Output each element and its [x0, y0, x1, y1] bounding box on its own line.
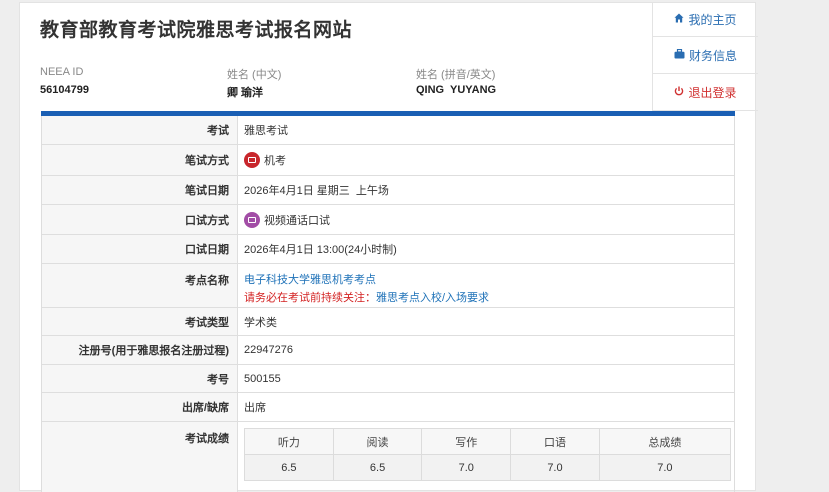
- table-row: 考试成绩 听力 阅读 写作 口语 总成绩 6.5 6.5 7.0 7.0 7.0: [42, 422, 734, 492]
- written-mode-cell: 机考: [238, 145, 734, 175]
- exam-type-value: 学术类: [244, 316, 277, 329]
- score-value: 7.0: [598, 454, 732, 481]
- name-cn-label: 姓名 (中文): [227, 69, 282, 81]
- candidate-number-label: 考号: [42, 365, 238, 392]
- main-panel: 教育部教育考试院雅思考试报名网站 NEEA ID 56104799 姓名 (中文…: [19, 2, 758, 492]
- scores-table: 听力 阅读 写作 口语 总成绩 6.5 6.5 7.0 7.0 7.0: [244, 428, 732, 481]
- score-header: 阅读: [332, 428, 423, 455]
- written-date-label: 笔试日期: [42, 176, 238, 204]
- briefcase-icon: [674, 48, 685, 62]
- table-row: 口试日期 2026年4月1日 13:00(24小时制): [42, 235, 734, 264]
- nav-finance-link[interactable]: 财务信息: [653, 38, 758, 74]
- power-icon: [674, 86, 684, 99]
- header: 教育部教育考试院雅思考试报名网站 NEEA ID 56104799 姓名 (中文…: [20, 3, 652, 113]
- written-mode-value: 机考: [264, 155, 286, 167]
- score-value: 6.5: [244, 454, 334, 481]
- nav-logout-link[interactable]: 退出登录: [653, 75, 758, 111]
- table-row: 出席/缺席 出席: [42, 393, 734, 422]
- speaking-mode-cell: 视频通话口试: [238, 205, 734, 234]
- score-header: 总成绩: [598, 428, 732, 455]
- score-header: 口语: [510, 428, 600, 455]
- center-label: 考点名称: [42, 264, 238, 307]
- table-row: 考试 雅思考试: [42, 116, 734, 145]
- nav-logout-label: 退出登录: [688, 86, 737, 100]
- neea-id-label: NEEA ID: [40, 66, 84, 78]
- table-row: 注册号(用于雅思报名注册过程) 22947276: [42, 336, 734, 365]
- table-row: 笔试方式 机考: [42, 145, 734, 176]
- score-header: 写作: [421, 428, 512, 455]
- site-title: 教育部教育考试院雅思考试报名网站: [40, 20, 353, 41]
- table-row: 口试方式 视频通话口试: [42, 205, 734, 235]
- table-row: 考试类型 学术类: [42, 308, 734, 336]
- score-header: 听力: [244, 428, 334, 455]
- scores-value-row: 6.5 6.5 7.0 7.0 7.0: [244, 454, 732, 481]
- score-value: 6.5: [332, 454, 423, 481]
- table-row: 考点名称 电子科技大学雅思机考考点 请务必在考试前持续关注：雅思考点入校/入场要…: [42, 264, 734, 308]
- table-row: 考号 500155: [42, 365, 734, 393]
- exam-value: 雅思考试: [244, 125, 288, 137]
- exam-label: 考试: [42, 116, 238, 144]
- name-en-value: QING YUYANG: [416, 84, 497, 96]
- center-notice-line: 请务必在考试前持续关注：雅思考点入校/入场要求: [244, 289, 489, 305]
- registration-number-label: 注册号(用于雅思报名注册过程): [42, 336, 238, 364]
- speaking-mode-label: 口试方式: [42, 205, 238, 234]
- center-name-link[interactable]: 电子科技大学雅思机考考点: [244, 271, 376, 287]
- video-camera-icon: [244, 211, 260, 228]
- scores-label: 考试成绩: [42, 422, 238, 492]
- center-requirements-link[interactable]: 雅思考点入校/入场要求: [376, 292, 489, 304]
- candidate-number-value: 500155: [244, 372, 281, 385]
- written-mode-label: 笔试方式: [42, 145, 238, 175]
- monitor-icon: [244, 152, 260, 168]
- scores-cell: 听力 阅读 写作 口语 总成绩 6.5 6.5 7.0 7.0 7.0: [238, 422, 734, 492]
- center-cell: 电子科技大学雅思机考考点 请务必在考试前持续关注：雅思考点入校/入场要求: [238, 264, 734, 307]
- nav-home-label: 我的主页: [688, 13, 737, 27]
- center-notice: 请务必在考试前持续关注：: [244, 292, 376, 304]
- exam-type-label: 考试类型: [42, 308, 238, 335]
- nav-finance-label: 财务信息: [688, 49, 737, 63]
- registration-details-table: 考试 雅思考试 笔试方式 机考 笔试日期 2026年4月1日 星期三 上午场 口…: [41, 116, 735, 492]
- written-date-value: 2026年4月1日 星期三 上午场: [244, 185, 389, 197]
- speaking-date-value: 2026年4月1日 13:00(24小时制): [244, 244, 397, 256]
- attendance-label: 出席/缺席: [42, 393, 238, 421]
- nav-home-link[interactable]: 我的主页: [653, 3, 758, 37]
- registration-number-value: 22947276: [244, 344, 293, 356]
- home-icon: [674, 13, 684, 26]
- scores-header-row: 听力 阅读 写作 口语 总成绩: [244, 428, 732, 455]
- speaking-date-label: 口试日期: [42, 235, 238, 263]
- name-en-label: 姓名 (拼音/英文): [416, 69, 496, 81]
- table-row: 笔试日期 2026年4月1日 星期三 上午场: [42, 176, 734, 205]
- score-value: 7.0: [510, 454, 600, 481]
- neea-id-value: 56104799: [40, 84, 89, 96]
- name-cn-value: 卿 瑜洋: [227, 87, 264, 99]
- score-value: 7.0: [421, 454, 512, 481]
- speaking-mode-value: 视频通话口试: [264, 214, 330, 227]
- attendance-value: 出席: [244, 402, 266, 414]
- side-nav: 我的主页 财务信息 退出登录: [652, 3, 758, 113]
